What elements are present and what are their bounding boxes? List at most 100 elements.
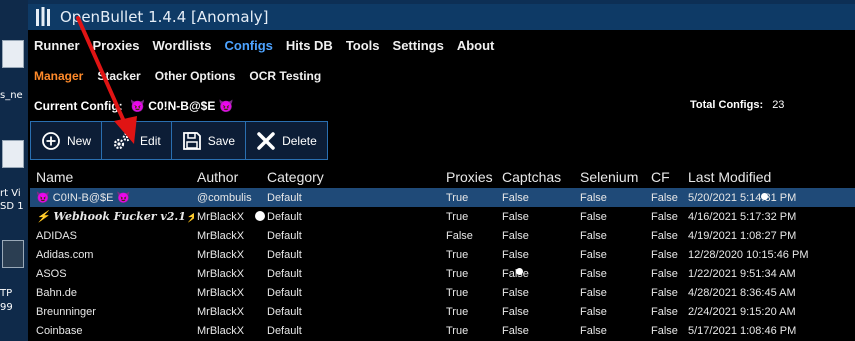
main-nav: Runner Proxies Wordlists Configs Hits DB…: [34, 38, 507, 53]
total-configs: Total Configs: 23: [690, 99, 784, 111]
subnav-stacker[interactable]: Stacker: [97, 69, 140, 83]
nav-settings[interactable]: Settings: [393, 38, 444, 53]
cell-captchas: False: [502, 210, 529, 223]
table-row[interactable]: 😈 C0!N-B@$E 😈 @combulis Default True Fal…: [30, 188, 855, 207]
desktop-file-icon[interactable]: [2, 140, 24, 168]
cell-author: MrBlackX: [197, 286, 245, 299]
header-author[interactable]: Author: [194, 169, 263, 185]
desktop-file-icon[interactable]: [2, 40, 24, 68]
nav-tools[interactable]: Tools: [346, 38, 380, 53]
cell-last-modified: 2/24/2021 9:15:20 AM: [688, 305, 796, 318]
cell-proxies: True: [446, 305, 469, 318]
cell-selenium: False: [580, 286, 607, 299]
cell-author: MrBlackX: [197, 229, 245, 242]
cell-name: ADIDAS: [36, 229, 77, 242]
edit-button[interactable]: Edit: [102, 122, 172, 159]
cell-name: Coinbase: [36, 324, 83, 337]
desktop-drive-icon[interactable]: [2, 240, 24, 268]
table-row[interactable]: ⚡ Webhook Fucker v2.1⚡ MrBlackX Default …: [30, 207, 855, 226]
cell-cf: False: [651, 305, 678, 318]
cell-selenium: False: [580, 248, 607, 261]
cell-last-modified: 4/19/2021 1:08:27 PM: [688, 229, 797, 242]
cell-category: Default: [267, 324, 302, 337]
desktop-label: s_ne: [0, 90, 23, 101]
nav-about[interactable]: About: [457, 38, 495, 53]
new-button-label: New: [67, 133, 92, 148]
cell-captchas: False: [502, 305, 529, 318]
cell-selenium: False: [580, 267, 607, 280]
header-category[interactable]: Category: [263, 169, 443, 185]
cell-selenium: False: [580, 210, 607, 223]
cell-captchas: False: [502, 191, 529, 204]
header-last-modified[interactable]: Last Modified: [685, 169, 855, 185]
sub-nav: Manager Stacker Other Options OCR Testin…: [34, 69, 335, 83]
floppy-disk-icon: [182, 131, 202, 151]
cell-proxies: False: [446, 229, 473, 242]
new-button[interactable]: New: [31, 122, 103, 159]
grid-header: Name Author Category Proxies Captchas Se…: [30, 166, 855, 188]
nav-configs[interactable]: Configs: [224, 38, 272, 53]
cell-name: Breunninger: [36, 305, 96, 318]
title-bar[interactable]: OpenBullet 1.4.4 [Anomaly]: [28, 4, 855, 30]
total-configs-label: Total Configs:: [690, 99, 764, 111]
header-name[interactable]: Name: [30, 169, 194, 185]
header-cf[interactable]: CF: [648, 169, 685, 185]
cell-category: Default: [267, 229, 302, 242]
cell-author: MrBlackX: [197, 248, 245, 261]
total-configs-value: 23: [772, 99, 785, 111]
cell-proxies: True: [446, 248, 469, 261]
cell-captchas: False: [502, 286, 529, 299]
cell-proxies: True: [446, 191, 469, 204]
cursor-dot: [255, 211, 265, 221]
cell-selenium: False: [580, 324, 607, 337]
cell-proxies: True: [446, 324, 469, 337]
cell-proxies: True: [446, 286, 469, 299]
cell-category: Default: [267, 248, 302, 261]
cell-author: MrBlackX: [197, 324, 245, 337]
cursor-dot: [761, 193, 768, 200]
header-selenium[interactable]: Selenium: [577, 169, 648, 185]
table-row[interactable]: Bahn.de MrBlackX Default True False Fals…: [30, 283, 855, 302]
nav-wordlists[interactable]: Wordlists: [152, 38, 211, 53]
cell-cf: False: [651, 324, 678, 337]
current-config-value: 😈 C0!N-B@$E 😈: [130, 99, 234, 113]
subnav-other-options[interactable]: Other Options: [155, 69, 236, 83]
table-row[interactable]: Coinbase MrBlackX Default True False Fal…: [30, 321, 855, 340]
cell-cf: False: [651, 210, 678, 223]
delete-button-label: Delete: [282, 133, 317, 148]
current-config-label: Current Config:: [34, 99, 123, 113]
cell-author: MrBlackX: [197, 210, 245, 223]
bottles-icon: [32, 6, 54, 28]
table-row[interactable]: Adidas.com MrBlackX Default True False F…: [30, 245, 855, 264]
cell-category: Default: [267, 305, 302, 318]
cell-captchas: False: [502, 248, 529, 261]
header-captchas[interactable]: Captchas: [499, 169, 577, 185]
cell-name: ASOS: [36, 267, 67, 280]
delete-button[interactable]: Delete: [246, 122, 327, 159]
cell-last-modified: 1/22/2021 9:51:34 AM: [688, 267, 796, 280]
nav-runner[interactable]: Runner: [34, 38, 80, 53]
subnav-manager[interactable]: Manager: [34, 69, 83, 83]
table-row[interactable]: ASOS MrBlackX Default True False False F…: [30, 264, 855, 283]
subnav-ocr-testing[interactable]: OCR Testing: [249, 69, 321, 83]
desktop-background: s_ne rt Vi SD 1 TP 99: [0, 0, 28, 341]
cell-category: Default: [267, 191, 302, 204]
cursor-dot: [516, 268, 523, 275]
nav-proxies[interactable]: Proxies: [93, 38, 140, 53]
cell-last-modified: 4/28/2021 8:36:45 AM: [688, 286, 796, 299]
cell-selenium: False: [580, 229, 607, 242]
cell-author: MrBlackX: [197, 267, 245, 280]
x-icon: [256, 131, 276, 151]
cell-cf: False: [651, 229, 678, 242]
table-row[interactable]: ADIDAS MrBlackX Default False False Fals…: [30, 226, 855, 245]
save-button-label: Save: [207, 133, 236, 148]
save-button[interactable]: Save: [171, 122, 247, 159]
table-row[interactable]: Breunninger MrBlackX Default True False …: [30, 302, 855, 321]
cell-cf: False: [651, 267, 678, 280]
desktop-label: rt Vi: [0, 188, 21, 199]
cell-proxies: True: [446, 267, 469, 280]
header-proxies[interactable]: Proxies: [443, 169, 499, 185]
nav-hits-db[interactable]: Hits DB: [286, 38, 333, 53]
cell-category: Default: [267, 210, 302, 223]
openbullet-window: OpenBullet 1.4.4 [Anomaly] Runner Proxie…: [28, 4, 855, 341]
